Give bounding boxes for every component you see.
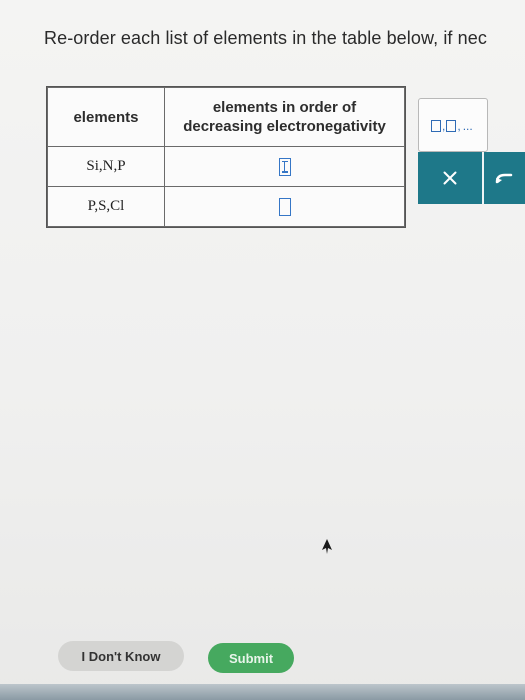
row-elements-cell: P,S,Cl [47,186,165,227]
answer-toolbar [418,152,525,204]
table-header-row: elements elements in order of decreasing… [47,87,405,147]
answer-input[interactable] [278,197,291,216]
comma-separator: , [442,118,446,133]
submit-button[interactable]: Submit [208,643,294,673]
table-row: Si,N,P [47,146,405,187]
placeholder-box-icon [446,119,457,132]
answer-input-focused[interactable] [278,157,291,176]
header-order-line2: decreasing electronegativity [183,118,386,135]
row-elements-cell: Si,N,P [47,146,165,187]
text-cursor [283,160,285,173]
table-row: P,S,Cl [47,186,405,227]
header-order: elements in order of decreasing electron… [164,87,405,147]
answer-cell [164,146,405,187]
placeholder-box-icon [431,119,441,132]
input-palette: ,,... [418,98,488,152]
x-icon [443,171,457,185]
ellipsis-label: ... [462,118,473,133]
comma-separator: , [457,118,461,133]
header-elements: elements [47,87,165,147]
undo-button[interactable] [484,152,525,204]
answer-cell [164,186,405,227]
mouse-cursor-icon [322,539,332,554]
question-prompt: Re-order each list of elements in the ta… [44,28,487,48]
screen-bottom-bezel [0,684,525,700]
dont-know-button[interactable]: I Don't Know [58,641,184,671]
header-order-line1: elements in order of [212,99,357,116]
clear-button[interactable] [418,152,482,204]
list-template-button[interactable]: ,,... [431,118,474,133]
undo-arrow-icon [495,173,512,184]
answer-table: elements elements in order of decreasing… [47,87,405,227]
